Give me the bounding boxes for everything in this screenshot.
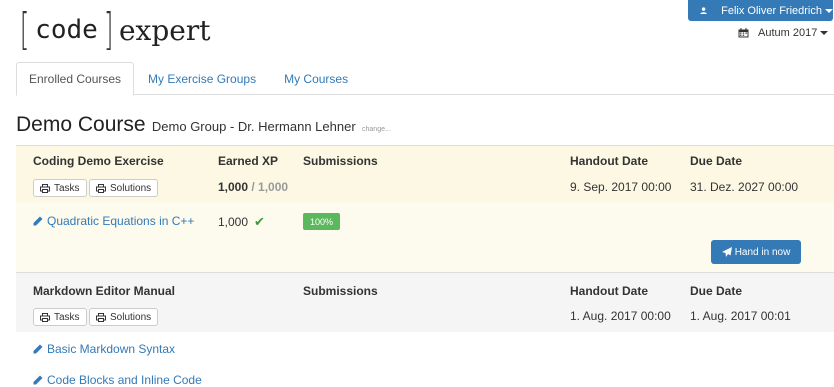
exercise-tasks: Quadratic Equations in C++ 1,000 ✔ 100% H… (16, 202, 834, 272)
task-xp: 1,000 ✔ (218, 214, 265, 230)
task-xp-value: 1,000 (218, 215, 249, 229)
main-tabs: Enrolled Courses My Exercise Groups My C… (16, 62, 834, 96)
column-header-submissions: Submissions (303, 284, 378, 298)
pencil-icon (33, 216, 43, 226)
tasks-button-label: Tasks (54, 311, 80, 323)
progress-badge: 100% (303, 213, 341, 230)
hand-in-label: Hand in now (734, 246, 791, 258)
solutions-button-label: Solutions (110, 311, 152, 323)
handout-date: 9. Sep. 2017 00:00 (570, 180, 672, 194)
tasks-button-label: Tasks (54, 182, 80, 194)
task-label: Basic Markdown Syntax (47, 342, 176, 356)
check-icon: ✔ (254, 214, 265, 229)
semester-label: Autum 2017 (758, 27, 818, 39)
course-group: Demo Group - Dr. Hermann Lehner (151, 119, 356, 134)
tab-my-courses[interactable]: My Courses (270, 62, 362, 95)
column-header-xp: Earned XP (218, 154, 279, 168)
solutions-button[interactable]: Solutions (89, 308, 159, 326)
tasks-button[interactable]: Tasks (33, 179, 87, 197)
hand-in-button[interactable]: Hand in now (711, 240, 801, 264)
column-header-due: Due Date (690, 154, 743, 168)
chevron-down-icon (825, 8, 833, 13)
chevron-down-icon (820, 31, 829, 35)
task-row: Quadratic Equations in C++ (33, 214, 194, 228)
task-link[interactable]: Quadratic Equations in C++ (33, 214, 194, 228)
column-header-due: Due Date (690, 284, 743, 298)
task-link[interactable]: Basic Markdown Syntax (33, 342, 175, 356)
due-date: 1. Aug. 2017 00:01 (690, 309, 791, 323)
logo-code-text: code (35, 15, 98, 45)
task-label: Code Blocks and Inline Code (47, 373, 202, 387)
logo-bracket-left: [ (19, 4, 30, 55)
exercise-tasks: Basic Markdown Syntax Code Blocks and In… (16, 332, 834, 387)
column-header-handout: Handout Date (570, 284, 648, 298)
task-link[interactable]: Code Blocks and Inline Code (33, 373, 202, 387)
user-name: Felix Oliver Friedrich (721, 4, 822, 17)
due-date: 31. Dez. 2027 00:00 (690, 180, 799, 194)
change-group-link[interactable]: change... (362, 126, 391, 133)
pencil-icon (33, 375, 43, 385)
tab-enrolled-courses[interactable]: Enrolled Courses (16, 62, 135, 96)
exercise-header: Markdown Editor Manual Submissions Hando… (16, 272, 834, 332)
codeexpert-logo[interactable]: [code] expert (16, 4, 211, 55)
solutions-button[interactable]: Solutions (89, 179, 159, 197)
logo-expert-text: expert (118, 13, 211, 47)
exercise-title: Coding Demo Exercise (33, 154, 164, 168)
logo-bracket-right: ] (103, 4, 114, 55)
handout-date: 1. Aug. 2017 00:00 (570, 309, 671, 323)
earned-xp-value: 1,000 (218, 180, 249, 194)
column-header-submissions: Submissions (303, 154, 378, 168)
printer-icon (40, 312, 50, 322)
user-menu-button[interactable]: Felix Oliver Friedrich (688, 0, 833, 21)
task-row: Basic Markdown Syntax (33, 342, 175, 356)
printer-icon (96, 312, 106, 322)
exercise-title: Markdown Editor Manual (33, 284, 176, 298)
send-icon (721, 247, 732, 257)
tab-my-exercise-groups[interactable]: My Exercise Groups (134, 62, 270, 95)
exercise-header: Coding Demo Exercise Earned XP Submissio… (16, 145, 834, 202)
calendar-icon (738, 28, 749, 38)
semester-selector[interactable]: Autum 2017 (738, 27, 829, 39)
tasks-button[interactable]: Tasks (33, 308, 87, 326)
solutions-button-label: Solutions (110, 182, 152, 194)
earned-xp: 1,000 / 1,000 (218, 180, 288, 194)
task-label: Quadratic Equations in C++ (47, 214, 195, 228)
course-name: Demo Course (16, 113, 146, 136)
user-icon (700, 7, 707, 15)
task-row: Code Blocks and Inline Code (33, 373, 202, 387)
course-heading: Demo Course Demo Group - Dr. Hermann Leh… (16, 113, 391, 137)
printer-icon (40, 183, 50, 193)
printer-icon (96, 183, 106, 193)
pencil-icon (33, 344, 43, 354)
total-xp-value: / 1,000 (248, 180, 289, 194)
column-header-handout: Handout Date (570, 154, 648, 168)
